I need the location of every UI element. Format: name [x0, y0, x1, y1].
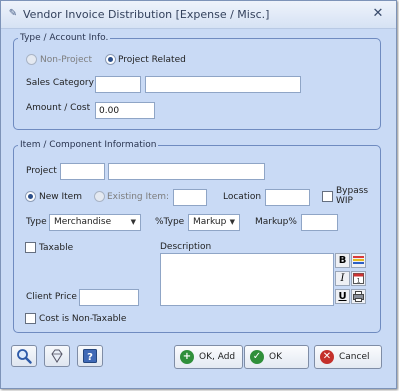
account-info-group: Type / Account Info. Non-Project Project… — [13, 33, 381, 130]
amount-cost-label: Amount / Cost — [26, 103, 91, 113]
location-input[interactable] — [265, 189, 310, 206]
amount-cost-input[interactable] — [95, 102, 155, 119]
project-label: Project — [26, 166, 57, 176]
cancel-button[interactable]: ✕ Cancel — [314, 345, 382, 369]
bold-button[interactable]: B — [335, 253, 350, 268]
help-button[interactable]: ? — [77, 345, 103, 367]
existing-item-radio[interactable] — [94, 191, 105, 202]
cancel-x-icon: ✕ — [320, 350, 334, 364]
bypass-label: Bypass — [336, 186, 369, 196]
plus-icon: + — [180, 350, 194, 364]
type-select-value: Merchandise — [54, 217, 112, 227]
new-item-radio[interactable] — [25, 191, 36, 202]
chevron-down-icon: ▼ — [130, 218, 136, 226]
item-info-title: Item / Component Information — [18, 140, 159, 151]
client-price-label: Client Price — [26, 292, 77, 302]
new-item-label: New Item — [39, 192, 82, 202]
close-button[interactable]: ✕ — [370, 6, 386, 22]
ok-button[interactable]: ✓ OK — [244, 345, 309, 369]
chevron-down-icon: ▼ — [229, 218, 235, 226]
sales-category-code-input[interactable] — [95, 76, 141, 93]
project-desc-input[interactable] — [108, 163, 265, 180]
bypass-wip-label: Bypass WIP — [336, 186, 368, 206]
taxable-checkbox[interactable] — [25, 242, 36, 253]
ok-label: OK — [269, 352, 282, 362]
invoice-icon: ✎ — [8, 8, 18, 19]
description-label: Description — [160, 242, 212, 252]
existing-item-input[interactable] — [173, 189, 207, 206]
non-project-radio[interactable] — [26, 54, 37, 65]
pct-type-label: %Type — [155, 217, 185, 227]
svg-text:?: ? — [87, 352, 93, 363]
existing-item-label: Existing Item: — [107, 192, 170, 202]
italic-button[interactable]: I — [335, 271, 350, 286]
svg-text:1: 1 — [357, 278, 361, 285]
wip-label: WIP — [336, 196, 353, 206]
print-icon[interactable] — [351, 289, 366, 304]
title-bar: ✎ Vendor Invoice Distribution [Expense /… — [1, 1, 396, 29]
ok-add-button[interactable]: + OK, Add — [174, 345, 243, 369]
cost-non-taxable-label: Cost is Non-Taxable — [39, 314, 127, 324]
sales-category-label: Sales Category — [26, 78, 94, 88]
ok-add-label: OK, Add — [199, 352, 236, 362]
non-project-label: Non-Project — [40, 55, 92, 65]
project-related-label: Project Related — [118, 55, 186, 65]
dialog-window: ✎ Vendor Invoice Distribution [Expense /… — [0, 0, 397, 389]
help-icon: ? — [83, 349, 97, 363]
item-info-group: Item / Component Information Project New… — [13, 140, 381, 333]
project-code-input[interactable] — [60, 163, 105, 180]
calendar-icon[interactable]: 1 — [351, 271, 366, 286]
cost-non-taxable-checkbox[interactable] — [25, 313, 36, 324]
client-price-input[interactable] — [79, 289, 139, 306]
sales-category-desc-input[interactable] — [145, 76, 301, 93]
markup-pct-label: Markup% — [255, 217, 297, 227]
checkmark-icon: ✓ — [250, 350, 264, 364]
project-related-radio[interactable] — [105, 54, 116, 65]
cancel-label: Cancel — [339, 352, 370, 362]
type-label: Type — [26, 217, 47, 227]
search-button[interactable] — [11, 345, 37, 367]
markup-pct-input[interactable] — [301, 214, 338, 231]
underline-button[interactable]: U — [335, 289, 350, 304]
type-select[interactable]: Merchandise ▼ — [49, 214, 141, 231]
location-label: Location — [223, 192, 262, 202]
gem-icon — [51, 349, 63, 363]
pct-type-select[interactable]: Markup ▼ — [188, 214, 240, 231]
description-textarea[interactable] — [160, 253, 334, 306]
search-icon — [17, 349, 32, 364]
pct-type-select-value: Markup — [193, 217, 227, 227]
bypass-wip-checkbox[interactable] — [322, 191, 333, 202]
gem-button[interactable] — [44, 345, 70, 367]
color-lines-icon[interactable] — [351, 253, 366, 268]
account-info-title: Type / Account Info. — [18, 33, 111, 44]
taxable-label: Taxable — [39, 243, 74, 253]
window-title: Vendor Invoice Distribution [Expense / M… — [23, 8, 270, 21]
